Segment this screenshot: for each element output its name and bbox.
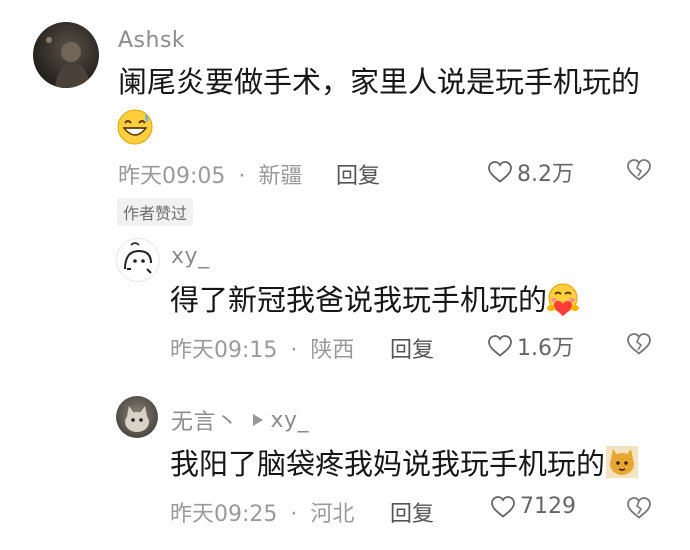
author-liked-badge: 作者赞过 [117,198,194,226]
heart-icon [488,335,512,357]
reply-to-username[interactable]: xy_ [271,408,310,433]
doodle-avatar-icon [124,242,152,274]
comment-meta: 昨天09:25 · 河北 [170,496,354,528]
comment-text-content: 阑尾炎要做手术，家里人说是玩手机玩的 [118,65,641,99]
avatar[interactable] [116,238,160,282]
comment-time: 昨天09:25 [170,502,278,527]
comment-text: 得了新冠我爸说我玩手机玩的 [170,280,547,320]
like-button[interactable]: 7129 [490,494,576,519]
broken-heart-icon [627,333,651,355]
cat-face-sticker-icon [606,446,638,482]
broken-heart-icon [627,497,651,519]
comment-time: 昨天09:15 [170,338,278,363]
avatar-image-icon [46,37,91,88]
comment-time: 昨天09:05 [118,164,226,189]
separator: · [290,338,298,363]
like-button[interactable]: 8.2万 [487,156,574,188]
comment-location: 河北 [310,502,355,527]
reply-button[interactable]: 回复 [390,496,434,528]
dislike-button[interactable] [626,496,652,520]
comment-meta: 昨天09:05 · 新疆 [118,158,302,190]
comment-location: 新疆 [258,164,303,189]
like-count: 8.2万 [517,162,574,187]
like-count: 7129 [520,494,576,519]
heart-icon [488,161,512,183]
comment-location: 陕西 [310,338,355,363]
dislike-button[interactable] [626,332,652,356]
avatar[interactable] [116,396,158,438]
comment-text-content: 我阳了脑袋疼我妈说我玩手机玩的 [170,447,606,481]
comment-text: 我阳了脑袋疼我妈说我玩手机玩的 [170,444,605,484]
comment-text: 阑尾炎要做手术，家里人说是玩手机玩的 [118,62,640,102]
heart-icon [491,495,515,518]
avatar[interactable] [33,22,99,88]
like-button[interactable]: 1.6万 [487,330,574,362]
separator: · [238,164,246,189]
reply-button[interactable]: 回复 [390,332,434,364]
username[interactable]: 无言丶 [171,404,239,436]
like-count: 1.6万 [517,336,574,361]
username[interactable]: Ashsk [118,28,185,53]
hugging-heart-emoji-icon [544,282,582,322]
comment-meta: 昨天09:15 · 陕西 [170,332,354,364]
username-thread: 无言丶 xy_ [171,404,309,436]
dislike-button[interactable] [626,158,652,182]
separator: · [290,502,298,527]
reply-arrow-icon [252,414,263,426]
username[interactable]: xy_ [171,244,210,269]
grinning-sweat-emoji-icon [116,108,154,150]
cat-avatar-icon [125,406,149,432]
reply-button[interactable]: 回复 [336,158,380,190]
broken-heart-icon [627,159,651,181]
comment-text-content: 得了新冠我爸说我玩手机玩的 [170,283,548,317]
